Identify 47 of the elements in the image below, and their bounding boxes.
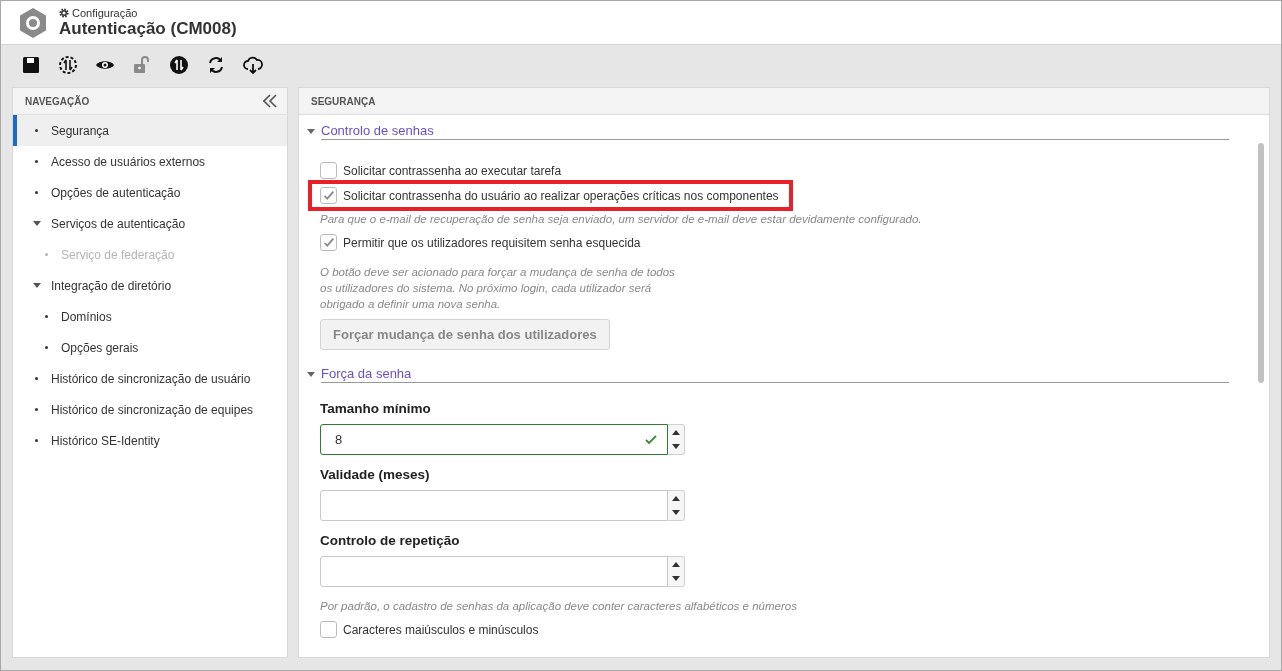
hint-text: O botão deve ser acionado para forçar a mudança de senha de todos os utilizadores do sistema. No próximo login, cada utilizador será obrigado a definir uma nova senha.: [320, 265, 676, 312]
panel-title: NAVEGAÇÃO: [25, 95, 90, 107]
checkbox-label: Permitir que os utilizadores requisitem senha esquecida: [343, 235, 641, 250]
panel-title: SEGURANÇA: [311, 95, 376, 107]
gear-icon: [59, 7, 69, 18]
cloud-download-icon[interactable]: [243, 55, 263, 75]
nav-item[interactable]: Serviços de autenticação: [13, 208, 287, 239]
number-field[interactable]: [320, 556, 668, 587]
check-icon: [321, 188, 336, 203]
section-header[interactable]: Força da senha: [307, 366, 1229, 383]
nav-item[interactable]: Opções de autenticação: [13, 177, 287, 208]
save-icon[interactable]: [21, 55, 41, 75]
breadcrumb[interactable]: Configuração: [72, 6, 138, 19]
number-field[interactable]: 8: [320, 424, 668, 455]
check-icon: [645, 434, 657, 445]
checkbox[interactable]: [320, 621, 337, 638]
checkbox[interactable]: [320, 162, 337, 179]
collapse-icon[interactable]: [263, 94, 277, 108]
nav-item[interactable]: Integração de diretório: [13, 270, 287, 301]
sync-icon[interactable]: [169, 55, 189, 75]
nav-item[interactable]: Segurança: [13, 115, 287, 146]
sync-icon[interactable]: [58, 55, 78, 75]
field-label: Tamanho mínimo: [320, 401, 432, 416]
checkbox-label: Solicitar contrassenha ao executar tarefa: [343, 163, 562, 178]
spinner[interactable]: [668, 490, 685, 521]
field-label: Validade (meses): [320, 467, 431, 482]
nav-item[interactable]: Acesso de usuários externos: [13, 146, 287, 177]
nav-item[interactable]: Histórico de sincronização de equipes: [13, 394, 287, 425]
field-label: Controlo de repetição: [320, 533, 461, 548]
nav-item[interactable]: Histórico de sincronização de usuário: [13, 363, 287, 394]
check-icon: [321, 235, 336, 250]
checkbox-label: Caracteres maiúsculos e minúsculos: [343, 622, 539, 637]
checkbox[interactable]: [320, 187, 337, 204]
number-field[interactable]: [320, 490, 668, 521]
section-header[interactable]: Controlo de senhas: [307, 123, 1229, 140]
nav-item[interactable]: Histórico SE-Identity: [13, 425, 287, 456]
nav-item[interactable]: Domínios: [13, 301, 287, 332]
spinner[interactable]: [668, 556, 685, 587]
gear-logo-icon: [17, 6, 49, 39]
hint-text: Por padrão, o cadastro de senhas da aplicação deve conter caracteres alfabéticos e números: [320, 599, 797, 614]
refresh-icon[interactable]: [206, 55, 226, 75]
checkbox-label: Solicitar contrassenha do usuário ao realizar operações críticas nos componentes: [343, 188, 779, 203]
hint-text: Para que o e-mail de recuperação de senha seja enviado, um servidor de e-mail deve estar devidamente configurado.: [320, 212, 922, 227]
checkbox[interactable]: [320, 234, 337, 251]
nav-item[interactable]: Opções gerais: [13, 332, 287, 363]
page-title: Autenticação (CM008): [59, 18, 237, 39]
spinner[interactable]: [668, 424, 685, 455]
